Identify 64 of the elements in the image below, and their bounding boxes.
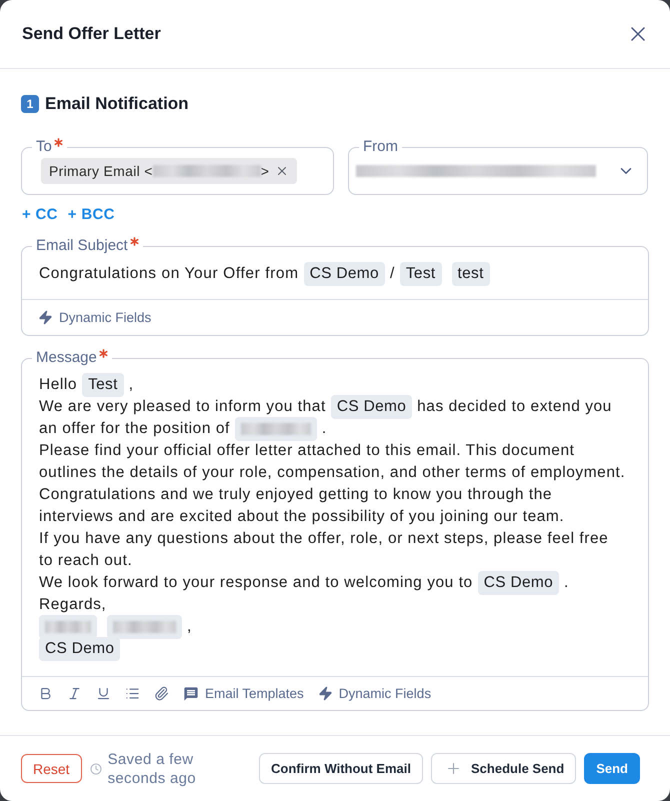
- bold-icon: [38, 686, 53, 701]
- message-text: interviews and are excited about the possibility of you joining our team.: [39, 507, 564, 527]
- from-select[interactable]: From: [348, 138, 648, 195]
- variable-tag: Test: [400, 262, 442, 286]
- message-text: Please find your official offer letter attached to this email. This document: [39, 441, 574, 461]
- confirm-without-email-button[interactable]: Confirm Without Email: [259, 753, 423, 784]
- chip-text: >: [260, 163, 270, 179]
- save-status: Saved a few seconds ago: [108, 750, 197, 788]
- attach-button[interactable]: [154, 686, 169, 701]
- send-button[interactable]: Send: [584, 753, 640, 784]
- variable-tag: CS Demo: [478, 571, 560, 595]
- variable-tag: CS Demo: [330, 395, 412, 419]
- message-text: If you have any questions about the offer, role, or next steps, please feel free: [39, 529, 608, 549]
- clock-icon: [90, 762, 102, 774]
- bullet-list-button[interactable]: [125, 686, 140, 701]
- underline-icon: [96, 686, 111, 701]
- message-text: ,: [187, 617, 192, 637]
- message-text: Congratulations and we truly enjoyed getting to know you through the: [39, 485, 552, 505]
- message-text: Hello: [39, 375, 78, 395]
- variable-tag: test: [452, 262, 490, 286]
- list-icon: [125, 686, 140, 701]
- field-label: Email Subject: [36, 237, 128, 255]
- lightning-icon: [318, 686, 333, 701]
- dynamic-fields-button[interactable]: Dynamic Fields: [38, 310, 152, 325]
- dialog-title: Send Offer Letter: [22, 23, 161, 45]
- message-text: .: [564, 573, 569, 593]
- field-label: Message: [36, 349, 97, 367]
- reset-button[interactable]: Reset: [21, 754, 82, 783]
- message-bubble-icon: [183, 686, 199, 702]
- message-text: ,: [128, 375, 134, 395]
- variable-tag: CS Demo: [39, 637, 120, 661]
- variable-tag: CS Demo: [304, 262, 385, 286]
- message-text: We are very pleased to inform you that: [39, 397, 326, 417]
- message-text: .: [322, 419, 327, 439]
- plus-icon: [445, 760, 462, 777]
- message-text: outlines the details of your role, compensation, and other terms of employment.: [39, 463, 626, 483]
- email-templates-button[interactable]: Email Templates: [183, 686, 304, 702]
- message-text: has decided to extend you: [417, 397, 612, 417]
- message-text: We look forward to your response and to welcoming you to: [39, 573, 473, 593]
- subject-field[interactable]: Email Subject Congratulations on Your Offer from CS Demo / Test test Dynamic Fields: [21, 237, 649, 336]
- lightning-icon: [38, 310, 53, 325]
- add-cc-link[interactable]: + CC: [22, 206, 58, 224]
- underline-button[interactable]: [96, 686, 111, 701]
- to-field[interactable]: To Primary Email < >: [21, 138, 334, 195]
- subject-text: /: [390, 264, 395, 284]
- add-bcc-link[interactable]: + BCC: [68, 206, 115, 224]
- schedule-send-button[interactable]: Schedule Send: [431, 753, 576, 784]
- step-number: 1: [21, 95, 39, 113]
- field-label: To: [36, 138, 52, 156]
- bold-button[interactable]: [38, 686, 53, 701]
- message-text: Regards,: [39, 595, 106, 615]
- message-text: to reach out.: [39, 551, 132, 571]
- italic-button[interactable]: [67, 686, 82, 701]
- chip-text: Primary Email <: [49, 163, 153, 179]
- dynamic-fields-button[interactable]: Dynamic Fields: [318, 686, 432, 701]
- redacted-tag: [39, 615, 97, 639]
- field-label: From: [363, 138, 398, 156]
- variable-tag: Test: [82, 373, 124, 397]
- section-title: Email Notification: [45, 94, 189, 114]
- paperclip-icon: [154, 686, 169, 701]
- message-text: an offer for the position of: [39, 419, 230, 439]
- italic-icon: [67, 686, 82, 701]
- subject-text: Congratulations on Your Offer from: [39, 264, 299, 284]
- message-field[interactable]: [21, 349, 649, 711]
